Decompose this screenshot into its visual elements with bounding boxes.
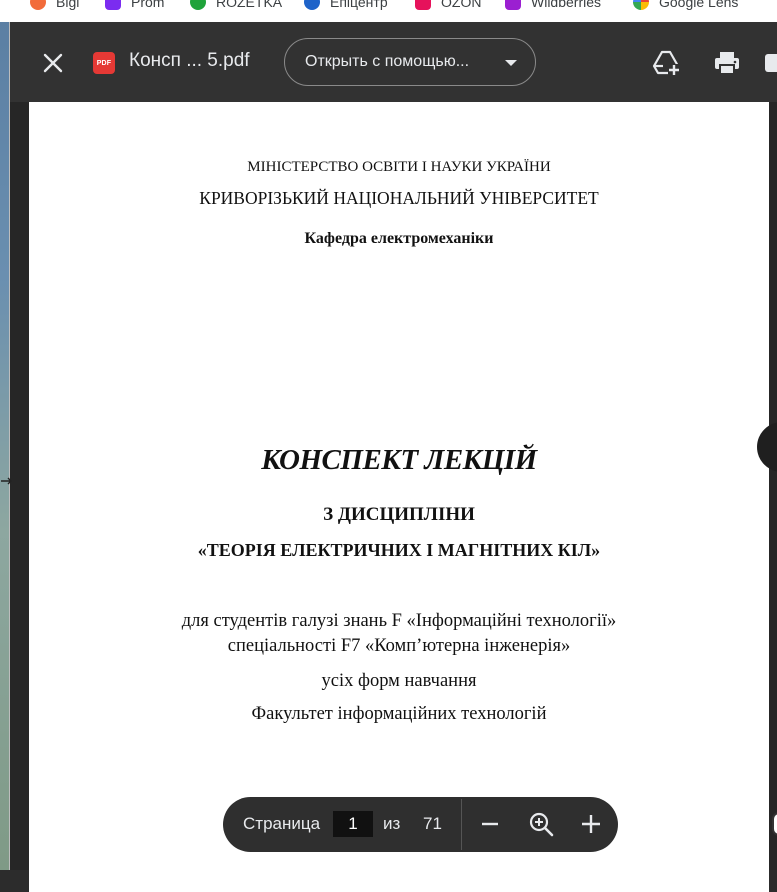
bookmark-prom[interactable]: Prom (105, 0, 164, 11)
bookmark-label: Prom (131, 0, 165, 10)
rozetka-icon (190, 0, 206, 10)
audience-specialty: спеціальності F7 «Комп’ютерна інженерія» (227, 636, 571, 656)
bookmark-label: Епіцентр (330, 0, 388, 10)
open-with-button[interactable]: Открыть с помощью... (284, 38, 536, 86)
open-with-label: Открыть с помощью... (305, 53, 470, 70)
bookmark-label: Wildberries (531, 0, 602, 10)
university-line: КРИВОРІЗЬКИЙ НАЦІОНАЛЬНИЙ УНІВЕРСИТЕТ (199, 188, 599, 208)
audience-field: для студентів галузі знань F «Інформацій… (181, 611, 617, 631)
total-pages: 71 (423, 814, 442, 833)
google-lens-icon (633, 0, 649, 10)
zoom-out-icon[interactable] (476, 810, 504, 838)
print-icon[interactable] (712, 48, 742, 78)
pdf-viewer: PDF Консп ... 5.pdf Открыть с помощью... (10, 22, 777, 892)
bookmark-google-lens[interactable]: Google Lens (633, 0, 738, 11)
page-number-input[interactable] (333, 811, 373, 837)
department-line: Кафедра електромеханіки (304, 230, 494, 247)
epicentr-icon (304, 0, 320, 10)
chevron-down-icon (505, 60, 517, 66)
ministry-line: МІНІСТЕРСТВО ОСВІТИ І НАУКИ УКРАЇНИ (247, 159, 551, 175)
discipline-name: «ТЕОРІЯ ЕЛЕКТРИЧНИХ І МАГНІТНИХ КІЛ» (197, 540, 601, 560)
pager-divider (461, 799, 462, 850)
viewer-toolbar: PDF Консп ... 5.pdf Открыть с помощью... (10, 22, 777, 102)
bookmark-label: Google Lens (659, 0, 739, 10)
bookmark-bigl[interactable]: Bigl (30, 0, 79, 11)
scroll-indicator-icon (772, 812, 777, 836)
file-title: Консп ... 5.pdf (129, 50, 250, 71)
bookmark-label: OZON (441, 0, 482, 10)
resize-cursor-icon (0, 474, 12, 486)
pdf-file-icon: PDF (93, 52, 115, 74)
bookmark-rozetka[interactable]: ROZETKA (190, 0, 282, 11)
close-icon[interactable] (40, 50, 66, 76)
more-options-icon[interactable] (762, 48, 777, 78)
bookmark-ozon[interactable]: OZON (415, 0, 481, 11)
page-label: Страница (243, 814, 321, 833)
desktop-background-strip (0, 22, 10, 870)
bookmark-epicentr[interactable]: Епіцентр (304, 0, 388, 11)
pdf-page: МІНІСТЕРСТВО ОСВІТИ І НАУКИ УКРАЇНИ КРИВ… (29, 102, 769, 892)
zoom-fit-icon[interactable] (527, 810, 555, 838)
ozon-icon (415, 0, 431, 10)
bookmark-label: Bigl (56, 0, 80, 10)
discipline-prefix: З ДИСЦИПЛІНИ (323, 504, 475, 525)
prom-icon (105, 0, 121, 10)
faculty-line: Факультет інформаційних технологій (251, 704, 547, 724)
wildberries-icon (505, 0, 521, 10)
study-forms: усіх форм навчання (321, 671, 477, 691)
add-to-drive-icon[interactable] (651, 48, 681, 78)
page-navigation-bar: Страница из 71 (223, 797, 618, 852)
bookmark-wildberries[interactable]: Wildberries (505, 0, 601, 11)
bookmarks-bar: Bigl Prom ROZETKA Епіцентр OZON Wildberr… (0, 0, 777, 22)
of-label: из (383, 814, 401, 833)
document-title: КОНСПЕКТ ЛЕКЦІЙ (261, 444, 537, 476)
bigl-icon (30, 0, 46, 10)
bookmark-label: ROZETKA (216, 0, 283, 10)
zoom-in-icon[interactable] (577, 810, 605, 838)
